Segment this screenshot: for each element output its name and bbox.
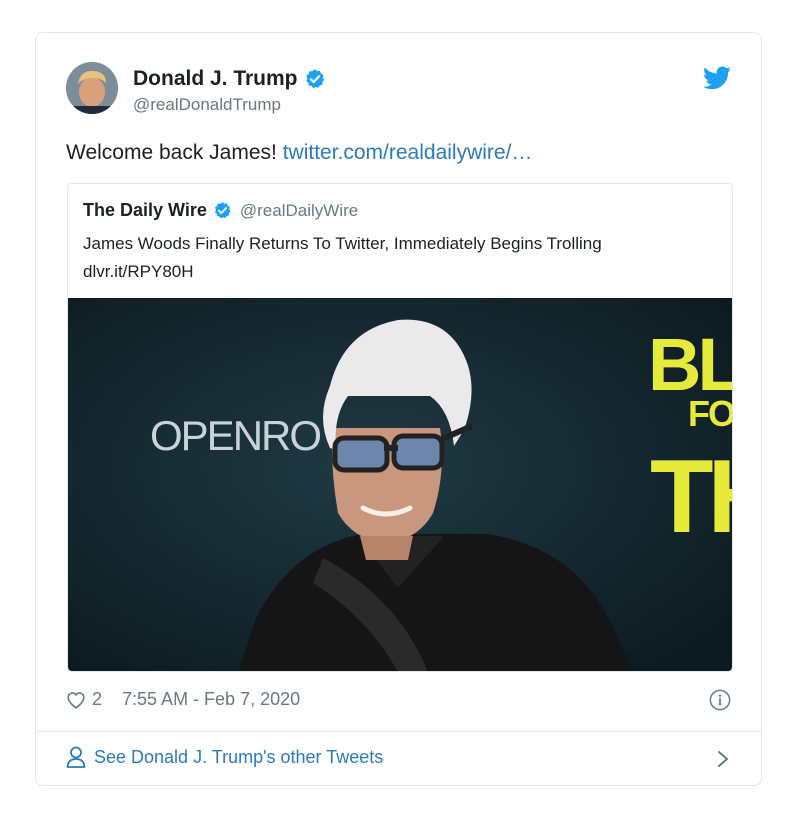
tweet-link[interactable]: twitter.com/realdailywire/… [283, 141, 533, 164]
quoted-tweet-text: James Woods Finally Returns To Twitter, … [83, 234, 602, 281]
info-icon[interactable] [709, 689, 731, 711]
photo-sign-right-2: FO [688, 393, 732, 434]
tweet-text: Welcome back James! twitter.com/realdail… [66, 141, 532, 165]
embedded-tweet-card: Donald J. Trump @realDonaldTrump Welcome… [35, 32, 762, 786]
twitter-bird-icon[interactable] [703, 66, 731, 90]
verified-badge-icon [305, 69, 324, 89]
person-icon [66, 746, 86, 768]
photo-sign-left: OPENRO [150, 412, 320, 459]
author-avatar[interactable] [66, 62, 118, 114]
author-handle[interactable]: @realDonaldTrump [133, 95, 281, 115]
quoted-tweet-photo[interactable]: OPENRO BLE FO TH [68, 298, 732, 672]
quoted-author-name[interactable]: The Daily Wire [83, 200, 207, 221]
footer-divider [36, 731, 761, 732]
quoted-tweet-header: The Daily Wire @realDailyWire [83, 200, 358, 221]
see-other-tweets-label[interactable]: See Donald J. Trump's other Tweets [94, 747, 383, 768]
quoted-author-handle[interactable]: @realDailyWire [240, 201, 358, 221]
chevron-right-icon[interactable] [717, 750, 729, 768]
tweet-meta-row: 2 7:55 AM - Feb 7, 2020 [66, 689, 300, 710]
like-count[interactable]: 2 [92, 689, 102, 710]
quoted-tweet[interactable]: The Daily Wire @realDailyWire James Wood… [67, 183, 733, 672]
tweet-body: Welcome back James! [66, 141, 283, 164]
heart-icon[interactable] [66, 691, 86, 709]
author-name-row: Donald J. Trump [133, 67, 326, 91]
author-name[interactable]: Donald J. Trump [133, 67, 298, 91]
verified-badge-icon [214, 202, 231, 219]
see-other-tweets-link[interactable]: See Donald J. Trump's other Tweets [66, 746, 383, 768]
photo-sign-right-3: TH [650, 439, 732, 555]
tweet-timestamp[interactable]: 7:55 AM - Feb 7, 2020 [122, 689, 300, 710]
